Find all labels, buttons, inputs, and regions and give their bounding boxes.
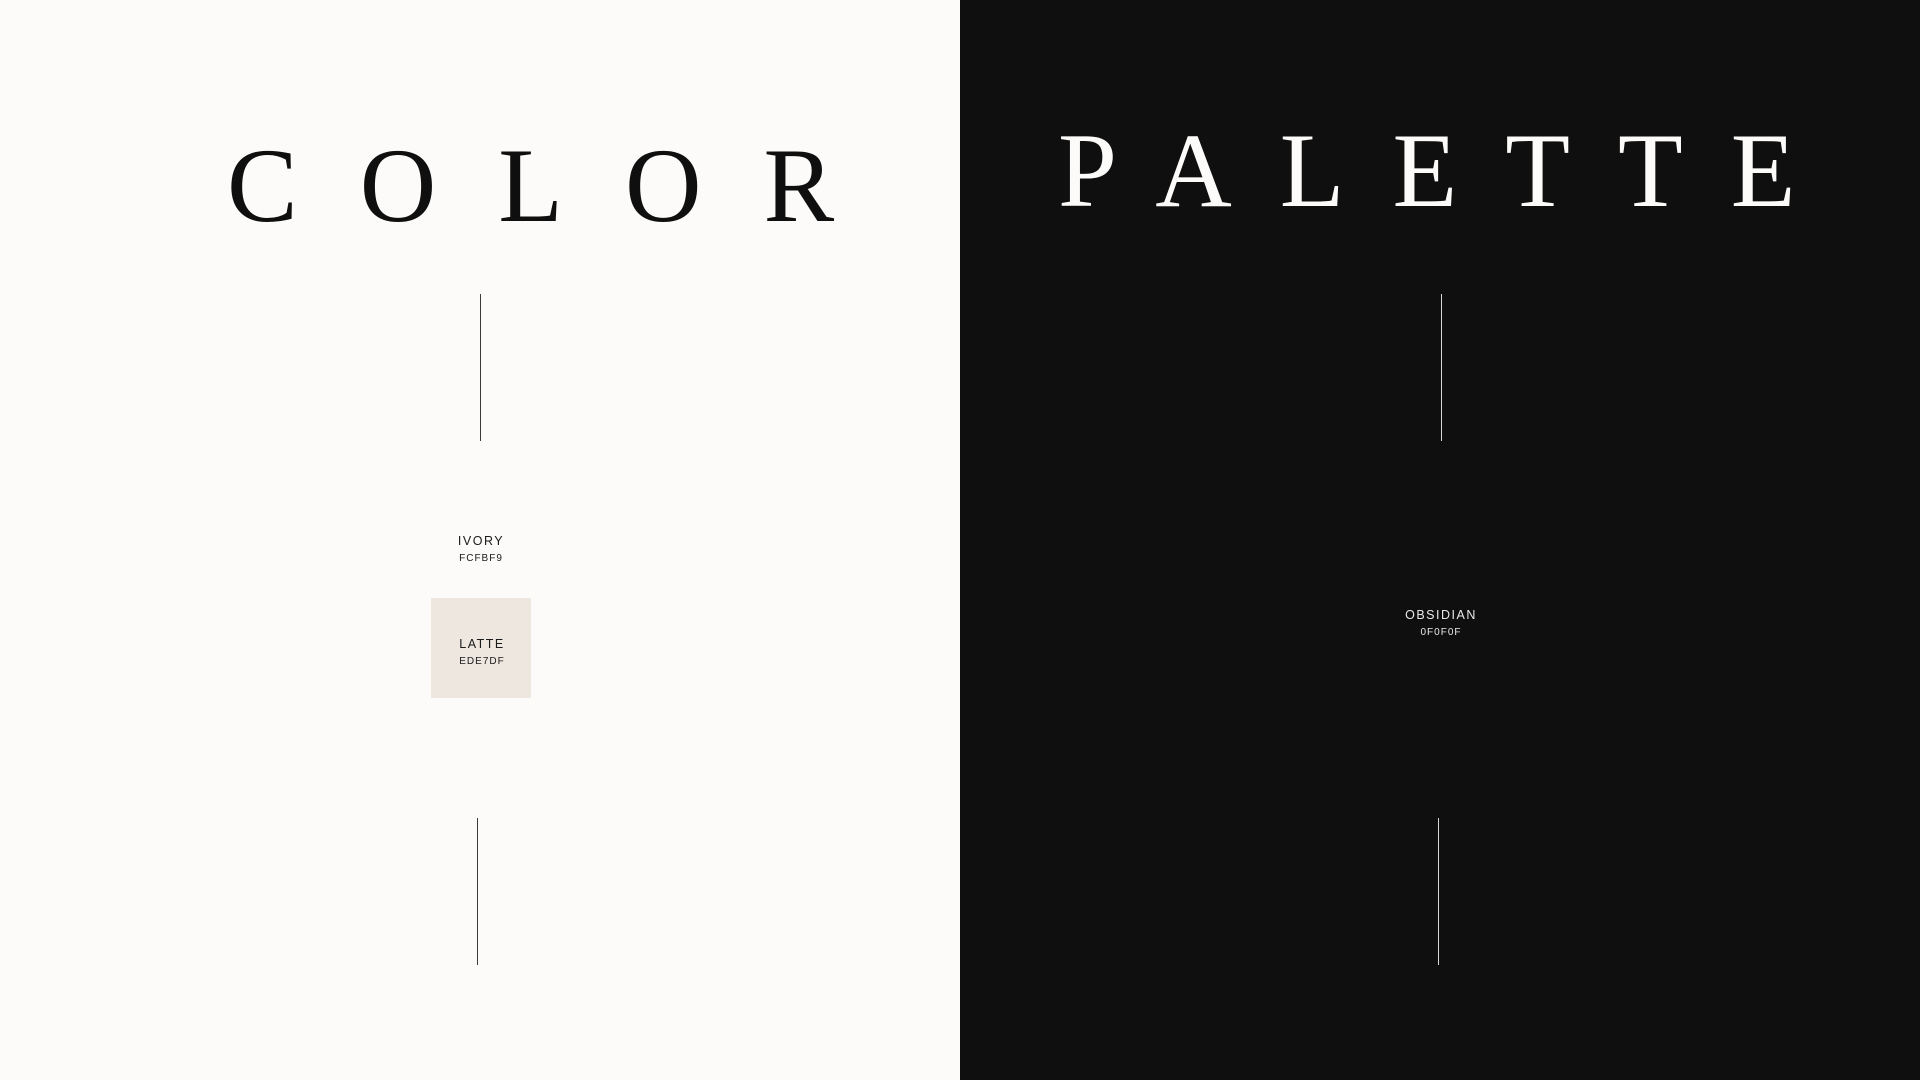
swatch-ivory-label: IVORY FCFBF9 [381, 533, 581, 565]
title-palette: PALETTE [1058, 112, 1844, 229]
swatch-hex: 0F0F0F [1420, 627, 1462, 638]
title-color: COLOR [227, 127, 897, 244]
divider-line-bottom-left [477, 818, 478, 965]
swatch-name: OBSIDIAN [1405, 608, 1477, 622]
swatch-name: IVORY [457, 534, 505, 548]
swatch-obsidian-label: OBSIDIAN 0F0F0F [1341, 607, 1541, 639]
divider-line-top-left [480, 294, 481, 441]
divider-line-top-right [1441, 294, 1442, 441]
swatch-latte-label: LATTE EDE7DF [382, 636, 582, 668]
swatch-name: LATTE [459, 637, 505, 651]
swatch-hex: EDE7DF [459, 656, 505, 667]
swatch-hex: FCFBF9 [459, 553, 503, 564]
ivory-panel: COLOR IVORY FCFBF9 LATTE EDE7DF [0, 0, 960, 1080]
divider-line-bottom-right [1438, 818, 1439, 965]
obsidian-panel: PALETTE OBSIDIAN 0F0F0F [960, 0, 1920, 1080]
